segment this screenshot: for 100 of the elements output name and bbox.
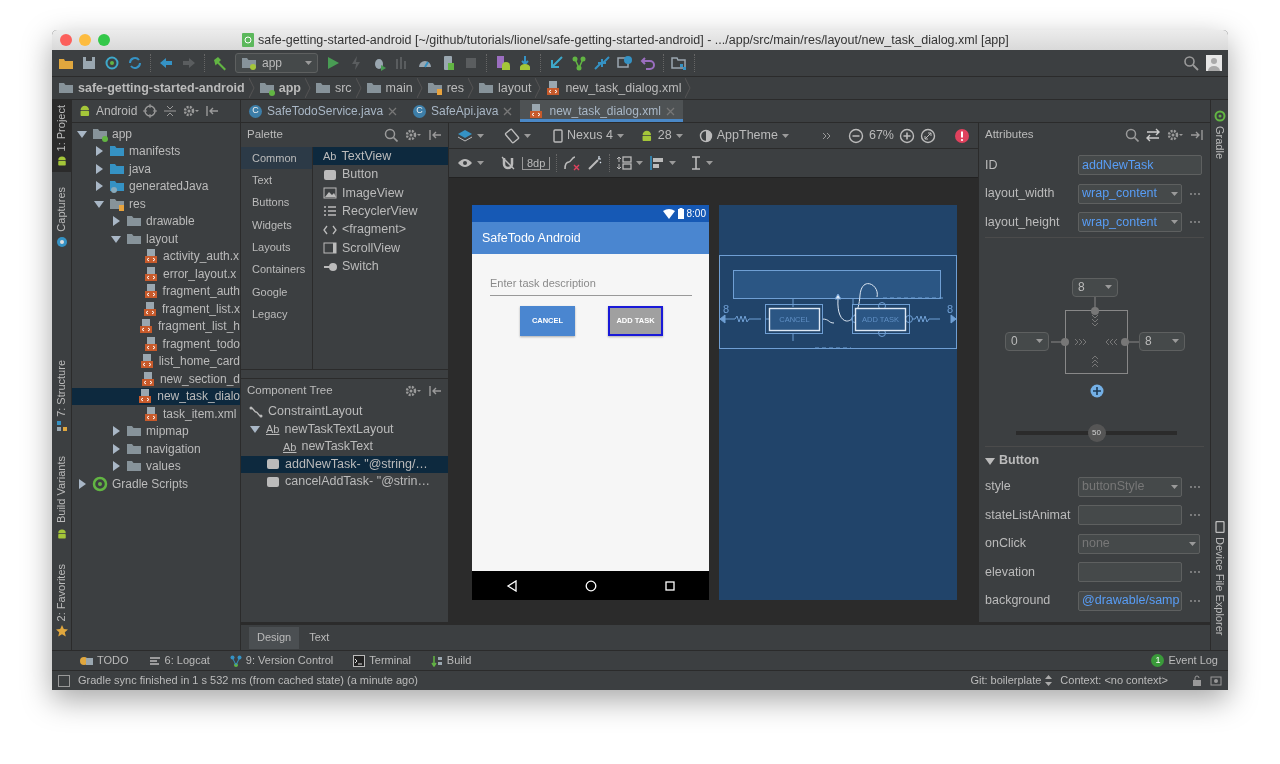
search-icon[interactable] (384, 128, 398, 142)
play-icon[interactable] (325, 55, 341, 71)
clear-constraints-icon[interactable] (563, 155, 582, 171)
more-icon[interactable] (1190, 513, 1200, 518)
expand-arrow-icon[interactable] (110, 442, 122, 455)
hide-panel-icon[interactable] (428, 128, 442, 142)
magic-wand-icon[interactable] (587, 155, 604, 171)
expand-arrow-icon[interactable] (93, 180, 105, 193)
palette-item[interactable]: Switch (313, 257, 448, 276)
palette-item[interactable]: RecyclerView (313, 202, 448, 221)
tool-window-tab[interactable]: 7: Structure (52, 354, 71, 438)
editor-tab[interactable]: C SafeApi.java (405, 100, 521, 122)
context-widget[interactable]: Context: <no context> (1060, 672, 1168, 689)
right-margin-dropdown[interactable]: 8 (1139, 331, 1185, 351)
palette-category[interactable]: Containers (241, 258, 312, 281)
breadcrumb[interactable]: src (314, 78, 352, 98)
blueprint-button[interactable] (854, 307, 907, 332)
editor-mode-tab[interactable]: Design (249, 626, 300, 649)
merge-arrow-icon[interactable] (548, 55, 564, 71)
editor-tab[interactable]: C SafeTodoService.java (241, 100, 406, 122)
palette-category[interactable]: Widgets (241, 213, 312, 237)
top-margin-dropdown[interactable]: 8 (1072, 277, 1118, 297)
device-dropdown[interactable]: Nexus 4 (553, 126, 624, 145)
component-tree-item[interactable]: cancelAddTask- "@strin… (241, 473, 448, 491)
back-icon[interactable] (505, 579, 518, 592)
component-tree-item[interactable]: addNewTask- "@string/… (241, 455, 448, 473)
tool-window-button[interactable]: 6: Logcat (148, 652, 210, 669)
palette-category[interactable]: Common (241, 147, 312, 170)
view-options-dropdown[interactable] (457, 157, 484, 169)
tree-item[interactable]: new_section_d (72, 370, 240, 388)
tree-item[interactable]: res (72, 195, 240, 213)
tree-item[interactable]: layout (72, 230, 240, 248)
gear-icon[interactable] (183, 104, 200, 118)
breadcrumb[interactable]: safe-getting-started-android (58, 78, 245, 98)
align-dropdown[interactable] (649, 155, 677, 171)
tree-item[interactable]: fragment_list_h (72, 317, 240, 335)
expand-arrow-icon[interactable] (110, 460, 122, 473)
tree-item[interactable]: app (72, 125, 240, 143)
tool-window-button[interactable]: TODO (79, 652, 129, 669)
tree-item[interactable]: java (72, 160, 240, 178)
expand-arrow-icon[interactable] (110, 215, 122, 228)
tool-window-tab[interactable]: 2: Favorites (52, 558, 71, 642)
tool-window-button[interactable]: Build (430, 652, 472, 669)
hide-panel-icon[interactable] (428, 384, 442, 398)
more-icon[interactable] (1190, 484, 1200, 489)
sync-icon[interactable] (104, 55, 120, 71)
expand-arrow-icon[interactable] (110, 425, 122, 438)
component-tree-item[interactable]: Ab newTaskTextLayout (241, 420, 448, 438)
compare-arrows-icon[interactable] (594, 55, 610, 71)
save-icon[interactable] (81, 55, 97, 71)
tree-item[interactable]: list_home_card (72, 352, 240, 370)
avd-manager-icon[interactable] (494, 55, 510, 71)
zoom-out-icon[interactable] (847, 127, 864, 144)
tree-item[interactable]: task_item.xml (72, 405, 240, 423)
locate-icon[interactable] (143, 104, 158, 118)
tree-item[interactable]: navigation (72, 440, 240, 458)
breadcrumb[interactable]: new_task_dialog.xml (545, 78, 682, 98)
task-input-field[interactable]: Enter task description (490, 272, 692, 296)
breadcrumb[interactable]: main (365, 78, 413, 98)
project-structure-icon[interactable] (671, 55, 687, 71)
tool-window-button[interactable]: Terminal (353, 652, 411, 669)
event-log-button[interactable]: 1 Event Log (1151, 652, 1218, 669)
tree-item[interactable]: fragment_todo (72, 335, 240, 353)
zoom-in-icon[interactable] (899, 127, 915, 144)
component-tree-item[interactable]: ConstraintLayout (241, 403, 448, 421)
inspector-icon[interactable] (1210, 675, 1222, 686)
tree-item[interactable]: drawable (72, 212, 240, 230)
close-icon[interactable] (503, 106, 513, 116)
attribute-field[interactable] (1078, 505, 1182, 526)
left-margin-dropdown[interactable]: 0 (1005, 331, 1049, 351)
tool-window-tab[interactable]: Device File Explorer (1211, 515, 1228, 640)
home-icon[interactable] (584, 579, 597, 592)
tool-window-tab[interactable]: Captures (52, 182, 71, 254)
attribute-field[interactable] (1078, 562, 1182, 583)
tree-item[interactable]: Gradle Scripts (72, 475, 240, 493)
palette-category[interactable]: Legacy (241, 303, 312, 326)
attribute-dropdown[interactable]: wrap_content (1078, 183, 1182, 204)
layers-dropdown[interactable] (457, 128, 484, 143)
tree-item[interactable]: mipmap (72, 422, 240, 440)
more-icon[interactable] (1190, 220, 1200, 225)
palette-category[interactable]: Buttons (241, 191, 312, 214)
tool-window-button[interactable]: 9: Version Control (229, 652, 334, 669)
more-icon[interactable] (1190, 191, 1200, 196)
tool-window-tab[interactable]: Build Variants (52, 451, 71, 545)
breadcrumb[interactable]: layout (478, 78, 532, 98)
git-branch-widget[interactable]: Git: boilerplate (970, 672, 1053, 689)
swap-icon[interactable] (1146, 128, 1160, 142)
orientation-dropdown[interactable] (504, 127, 531, 144)
blueprint-button[interactable] (768, 307, 821, 332)
tree-item[interactable]: new_task_dialo (72, 387, 240, 405)
palette-item[interactable]: Button (313, 165, 448, 184)
panel-toggle-icon[interactable] (58, 674, 70, 687)
bias-slider[interactable]: 50 (1016, 423, 1177, 442)
close-button[interactable] (60, 34, 72, 46)
tree-item[interactable]: manifests (72, 142, 240, 160)
palette-category[interactable]: Layouts (241, 236, 312, 259)
project-view-dropdown[interactable]: Android (78, 102, 138, 120)
attribute-field[interactable]: addNewTask (1078, 155, 1202, 176)
palette-item[interactable]: ScrollView (313, 238, 448, 258)
theme-dropdown[interactable]: AppTheme (698, 126, 789, 145)
